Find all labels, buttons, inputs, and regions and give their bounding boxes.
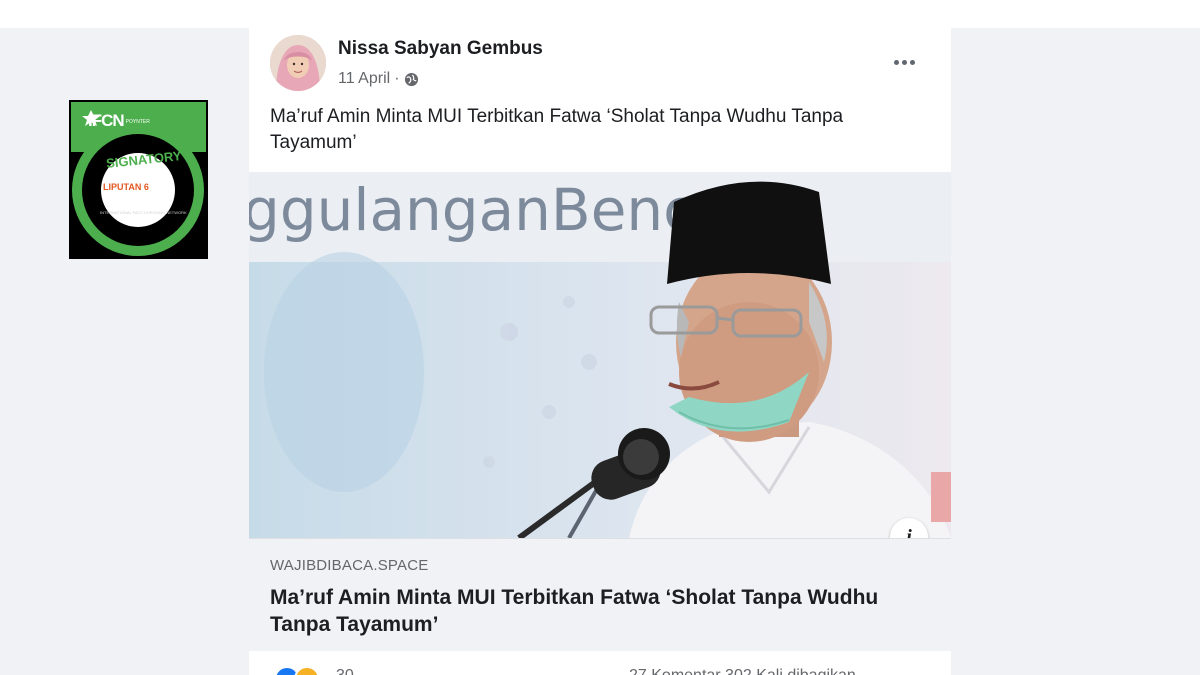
link-preview-image[interactable]: ggulanganBencana xyxy=(249,172,951,538)
author-avatar[interactable] xyxy=(270,35,326,91)
link-preview[interactable]: WAJIBDIBACA.SPACE Ma’ruf Amin Minta MUI … xyxy=(249,538,951,651)
top-bar xyxy=(0,0,1200,28)
ifcn-logo-text: IFCN POYNTER xyxy=(88,111,150,130)
svg-text:INTERNATIONAL FACT-CHECKING NE: INTERNATIONAL FACT-CHECKING NETWORK xyxy=(100,210,187,215)
comments-shares-count[interactable]: 27 Komentar 302 Kali dibagikan xyxy=(629,667,856,675)
meta-separator: · xyxy=(394,70,400,87)
link-domain: WAJIBDIBACA.SPACE xyxy=(270,557,429,574)
author-name[interactable]: Nissa Sabyan Gembus xyxy=(338,38,543,60)
member-logo-text: LIPUTAN 6 xyxy=(103,182,149,192)
ifcn-signatory-badge: INTERNATIONAL FACT-CHECKING NETWORK IFCN… xyxy=(69,100,208,259)
dot-icon xyxy=(893,59,899,65)
post-text: Ma’ruf Amin Minta MUI Terbitkan Fatwa ‘S… xyxy=(270,106,844,153)
post-date[interactable]: 11 April xyxy=(338,70,390,88)
link-title[interactable]: Ma’ruf Amin Minta MUI Terbitkan Fatwa ‘S… xyxy=(270,584,910,638)
globe-icon xyxy=(404,72,418,86)
haha-reaction-icon[interactable] xyxy=(294,666,320,675)
reactions-bar: 30 27 Komentar 302 Kali dibagikan xyxy=(249,660,951,675)
dot-icon xyxy=(909,59,915,65)
post-meta: 11 April · xyxy=(338,70,419,88)
dot-icon xyxy=(901,59,907,65)
post-card: Nissa Sabyan Gembus 11 April · Ma’ruf Am… xyxy=(249,28,951,675)
more-options-button[interactable] xyxy=(889,52,919,72)
reaction-count[interactable]: 30 xyxy=(336,667,354,675)
